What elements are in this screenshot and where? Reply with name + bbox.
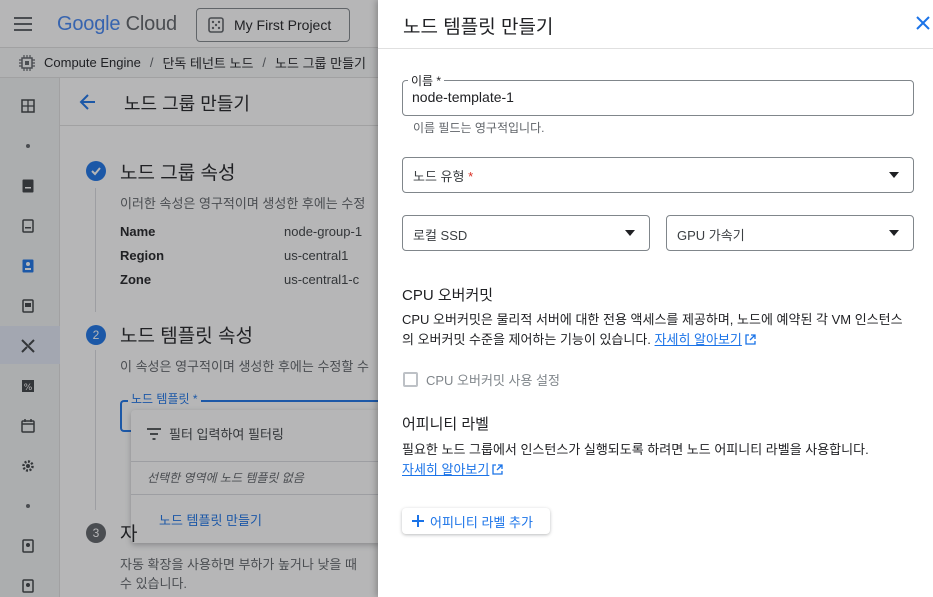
external-link-icon: [492, 464, 503, 475]
close-icon[interactable]: [915, 15, 931, 31]
node-type-label: 노드 유형 *: [413, 169, 474, 184]
affinity-labels-title: 어피니티 라벨: [402, 416, 489, 433]
add-affinity-label-text: 어피니티 라벨 추가: [430, 514, 533, 530]
plus-icon: [412, 515, 424, 527]
template-name-label: 이름 *: [408, 72, 445, 89]
template-name-value[interactable]: node-template-1: [412, 89, 514, 105]
affinity-learn-more-link[interactable]: 자세히 알아보기: [402, 462, 489, 477]
panel-title: 노드 템플릿 만들기: [403, 17, 554, 38]
cpu-overcommit-checkbox-label: CPU 오버커밋 사용 설정: [426, 373, 560, 388]
chevron-down-icon: [889, 230, 899, 236]
template-name-helper: 이름 필드는 영구적입니다.: [413, 121, 545, 135]
cpu-overcommit-learn-more-link[interactable]: 자세히 알아보기: [655, 332, 742, 347]
local-ssd-label: 로컬 SSD: [413, 228, 468, 243]
gpu-accelerator-label: GPU 가속기: [677, 228, 745, 243]
add-affinity-label-button[interactable]: 어피니티 라벨 추가: [402, 508, 550, 534]
modal-scrim[interactable]: [0, 0, 378, 597]
cpu-overcommit-checkbox[interactable]: [403, 372, 418, 387]
external-link-icon: [745, 334, 756, 345]
chevron-down-icon: [625, 230, 635, 236]
node-type-select[interactable]: [402, 157, 914, 193]
chevron-down-icon: [889, 172, 899, 178]
cpu-overcommit-title: CPU 오버커밋: [402, 287, 494, 304]
affinity-labels-desc: 필요한 노드 그룹에서 인스턴스가 실행되도록 하려면 노드 어피니티 라벨을 …: [402, 442, 869, 477]
cpu-overcommit-desc: CPU 오버커밋은 물리적 서버에 대한 전용 액세스를 제공하며, 노드에 예…: [402, 312, 903, 347]
